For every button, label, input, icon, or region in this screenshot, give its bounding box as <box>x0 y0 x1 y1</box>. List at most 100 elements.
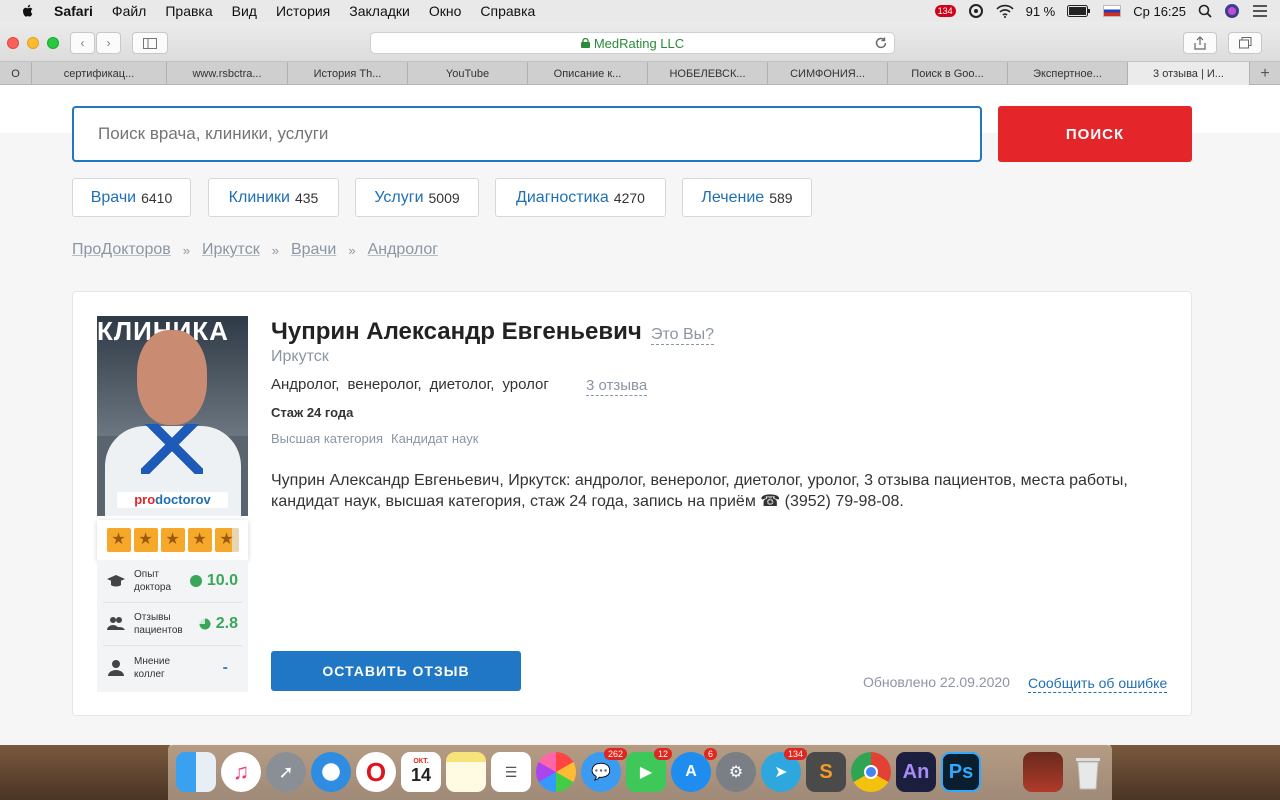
doctor-city: Иркутск <box>271 348 329 365</box>
category-count: 435 <box>294 189 319 206</box>
star-partial-icon: ★ <box>214 528 239 552</box>
search-button[interactable]: ПОИСК <box>998 106 1192 162</box>
search-input[interactable] <box>72 106 982 162</box>
reminders-icon[interactable]: ☰ <box>491 752 531 792</box>
browser-tab[interactable]: История Th... <box>288 62 408 85</box>
web-page: ПОИСК Врачи6410 Клиники435 Услуги5009 Ди… <box>0 85 1280 745</box>
share-icon <box>1194 36 1206 50</box>
siri-icon[interactable] <box>1224 3 1240 19</box>
messages-icon[interactable]: 💬 262 <box>581 748 627 792</box>
breadcrumb-item[interactable]: Врачи <box>291 241 336 259</box>
metric-patient-reviews[interactable]: Отзывы пациентов 2.8 <box>103 603 242 646</box>
category-diagnostics[interactable]: Диагностика 4270 <box>495 178 666 217</box>
finder-icon[interactable] <box>176 752 216 792</box>
input-language-flag[interactable] <box>1103 5 1122 17</box>
trash-icon[interactable] <box>1068 752 1108 792</box>
safari-icon[interactable] <box>311 752 351 792</box>
clock[interactable]: Ср 16:25 <box>1133 4 1186 19</box>
photos-icon[interactable] <box>536 752 576 792</box>
menu-app-safari[interactable]: Safari <box>54 3 93 19</box>
adobe-animate-icon[interactable]: An <box>896 752 936 792</box>
report-error-link[interactable]: Сообщить об ошибке <box>1028 674 1168 693</box>
menu-help[interactable]: Справка <box>480 3 535 19</box>
opera-icon[interactable]: O <box>356 752 396 792</box>
category-count: 589 <box>769 189 793 206</box>
breadcrumb-item[interactable]: Иркутск <box>202 241 260 259</box>
forward-button[interactable]: › <box>96 32 121 54</box>
browser-tab[interactable]: НОБЕЛЕВСК... <box>648 62 768 85</box>
browser-tab[interactable]: сертификац... <box>32 62 167 85</box>
sublime-text-icon[interactable]: S <box>806 752 846 792</box>
notification-center-icon[interactable] <box>1252 4 1268 18</box>
star-icon: ★ <box>133 528 158 552</box>
back-button[interactable]: ‹ <box>70 32 95 54</box>
window-close-button[interactable] <box>7 37 19 49</box>
metric-colleague-opinion[interactable]: Мнение коллег - <box>103 646 242 689</box>
specialty-link[interactable]: диетолог, <box>430 376 495 393</box>
menu-history[interactable]: История <box>276 3 330 19</box>
launchpad-icon[interactable]: ➚ <box>266 752 306 792</box>
specialty-link[interactable]: Андролог, <box>271 376 339 393</box>
sidebar-button[interactable] <box>132 32 168 54</box>
menu-window[interactable]: Окно <box>429 3 462 19</box>
telegram-icon[interactable]: ➤ 134 <box>761 748 807 792</box>
calendar-icon[interactable]: ОКТ. 14 <box>401 752 441 792</box>
category-doctors[interactable]: Врачи 6410 <box>72 178 191 217</box>
share-button[interactable] <box>1183 32 1217 54</box>
address-bar[interactable]: MedRating LLC <box>370 32 895 54</box>
doctor-photo[interactable]: КЛИНИКА prodoctorov <box>97 316 248 516</box>
battery-icon[interactable] <box>1067 5 1091 17</box>
its-you-link[interactable]: Это Вы? <box>651 325 715 345</box>
category-clinics[interactable]: Клиники 435 <box>208 178 339 217</box>
browser-tab-active[interactable]: 3 отзыва | И... <box>1128 62 1250 85</box>
facetime-icon[interactable]: ▶ 12 <box>626 748 672 792</box>
menu-file[interactable]: Файл <box>112 3 146 19</box>
itunes-icon[interactable]: ♫ <box>221 752 261 792</box>
browser-tab[interactable]: Описание к... <box>528 62 648 85</box>
sidebar-icon <box>143 37 157 49</box>
chrome-icon[interactable] <box>851 752 891 792</box>
doctor-description: Чуприн Александр Евгеньевич, Иркутск: ан… <box>271 472 1128 510</box>
photoshop-icon[interactable]: Ps <box>941 752 981 792</box>
rating-metrics: Опыт доктора 10.0 Отзывы пациентов 2.8 М… <box>97 560 248 692</box>
new-tab-button[interactable]: + <box>1250 62 1280 85</box>
browser-tab[interactable]: Экспертное... <box>1008 62 1128 85</box>
trash-can-shape <box>1076 758 1100 790</box>
menu-bookmarks[interactable]: Закладки <box>349 3 410 19</box>
specialty-link[interactable]: венеролог, <box>347 376 421 393</box>
spotlight-search-icon[interactable] <box>1198 4 1212 18</box>
metric-label: Отзывы пациентов <box>134 612 183 636</box>
category-count: 4270 <box>613 189 645 206</box>
breadcrumb-item[interactable]: Андролог <box>368 241 439 259</box>
menu-edit[interactable]: Правка <box>165 3 212 19</box>
doctor-experience: Стаж 24 года <box>271 405 354 420</box>
menu-view[interactable]: Вид <box>232 3 257 19</box>
category-treatment[interactable]: Лечение 589 <box>682 178 812 217</box>
sync-icon[interactable] <box>968 3 984 19</box>
leave-review-button[interactable]: ОСТАВИТЬ ОТЗЫВ <box>271 651 521 691</box>
apple-icon[interactable] <box>20 3 36 19</box>
browser-tab[interactable]: О <box>0 62 32 85</box>
metric-value: 10.0 <box>189 572 238 590</box>
system-preferences-icon[interactable]: ⚙ <box>716 752 756 792</box>
browser-tab[interactable]: СИМФОНИЯ... <box>768 62 888 85</box>
notification-badge[interactable]: 134 <box>934 5 956 17</box>
browser-tab[interactable]: YouTube <box>408 62 528 85</box>
category-services[interactable]: Услуги 5009 <box>355 178 479 217</box>
browser-tab[interactable]: www.rsbctra... <box>167 62 288 85</box>
downloads-stack-icon[interactable] <box>1023 752 1063 792</box>
reviews-count-link[interactable]: 3 отзыва <box>586 376 648 396</box>
app-store-icon[interactable]: A6 <box>671 748 717 792</box>
specialty-link[interactable]: уролог <box>502 376 548 393</box>
window-minimize-button[interactable] <box>27 37 39 49</box>
wifi-icon[interactable] <box>996 4 1014 18</box>
window-zoom-button[interactable] <box>47 37 59 49</box>
metric-experience[interactable]: Опыт доктора 10.0 <box>103 560 242 603</box>
breadcrumb-item[interactable]: ПроДокторов <box>72 241 171 259</box>
notes-icon[interactable] <box>446 752 486 792</box>
metric-value: - <box>222 658 228 676</box>
reload-icon[interactable] <box>874 36 888 50</box>
browser-tab[interactable]: Поиск в Goo... <box>888 62 1008 85</box>
photo-doctor-head <box>137 330 207 425</box>
tab-overview-button[interactable] <box>1228 32 1262 54</box>
